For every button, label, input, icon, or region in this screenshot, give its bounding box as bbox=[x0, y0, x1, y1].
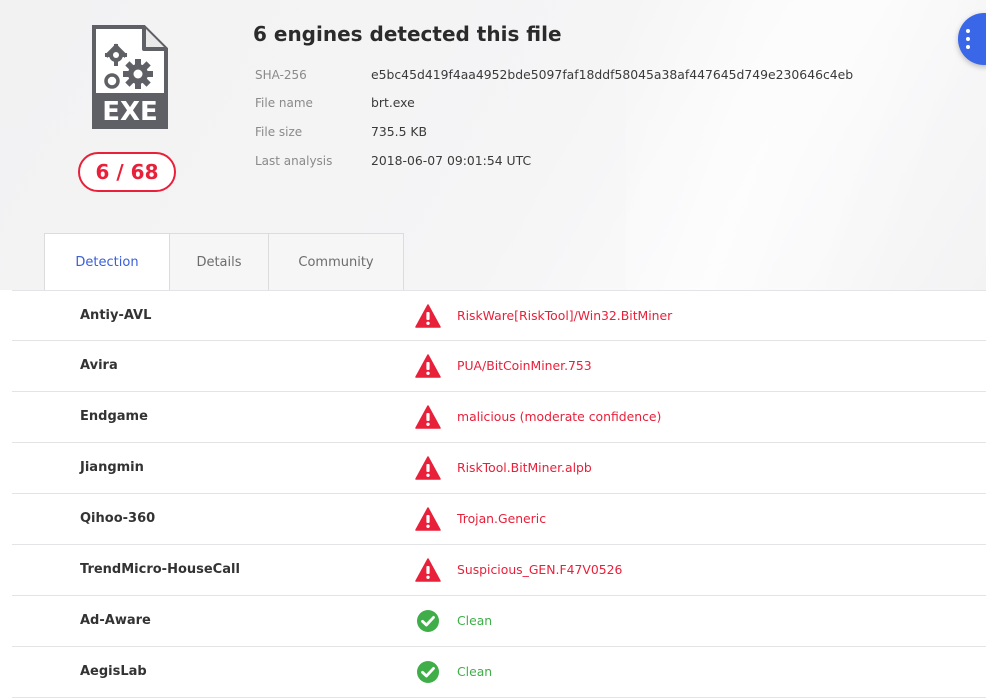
tab-details[interactable]: Details bbox=[170, 233, 269, 290]
verdict-text: PUA/BitCoinMiner.753 bbox=[457, 358, 592, 373]
warning-icon bbox=[415, 558, 441, 582]
verdict-text: Trojan.Generic bbox=[457, 511, 547, 526]
warning-icon bbox=[415, 507, 441, 531]
file-size-label: File size bbox=[255, 125, 303, 139]
kebab-dot-icon bbox=[966, 45, 970, 49]
engine-name: Jiangmin bbox=[80, 460, 144, 475]
detection-score-badge: 6 / 68 bbox=[78, 152, 176, 192]
warning-icon bbox=[415, 405, 441, 429]
report-tabs: Detection Details Community bbox=[44, 233, 404, 291]
warning-icon bbox=[415, 456, 441, 480]
file-name-label: File name bbox=[255, 96, 313, 110]
file-type-label: EXE bbox=[102, 97, 158, 127]
header-background-sheen bbox=[626, 0, 986, 290]
check-circle-icon bbox=[417, 610, 439, 632]
file-size-value: 735.5 KB bbox=[371, 124, 428, 139]
verdict-text: malicious (moderate confidence) bbox=[457, 409, 662, 424]
result-row: AegisLab Clean bbox=[12, 647, 986, 698]
engine-name: Endgame bbox=[80, 409, 148, 424]
verdict-text: Clean bbox=[457, 664, 493, 679]
engine-name: Ad-Aware bbox=[80, 613, 151, 628]
result-row: Endgame malicious (moderate confidence) bbox=[12, 392, 986, 443]
engine-name: TrendMicro-HouseCall bbox=[80, 562, 240, 577]
engine-name: AegisLab bbox=[80, 664, 147, 679]
verdict-text: Suspicious_GEN.F47V0526 bbox=[457, 562, 623, 577]
verdict-text: Clean bbox=[457, 613, 493, 628]
warning-icon bbox=[415, 354, 441, 378]
check-circle-icon bbox=[417, 661, 439, 683]
tab-detection[interactable]: Detection bbox=[44, 233, 170, 291]
result-row: Jiangmin RiskTool.BitMiner.alpb bbox=[12, 443, 986, 494]
engine-name: Qihoo-360 bbox=[80, 511, 156, 526]
result-row: Qihoo-360 Trojan.Generic bbox=[12, 494, 986, 545]
file-name-value: brt.exe bbox=[371, 95, 415, 110]
exe-file-icon: EXE bbox=[92, 25, 168, 129]
detection-results-list: Antiy-AVL RiskWare[RiskTool]/Win32.BitMi… bbox=[12, 290, 986, 698]
tab-community[interactable]: Community bbox=[269, 233, 404, 290]
engine-name: Avira bbox=[80, 358, 118, 373]
result-row: Ad-Aware Clean bbox=[12, 596, 986, 647]
page-title: 6 engines detected this file bbox=[253, 22, 562, 46]
last-analysis-label: Last analysis bbox=[255, 154, 333, 168]
result-row: Avira PUA/BitCoinMiner.753 bbox=[12, 341, 986, 392]
last-analysis-value: 2018-06-07 09:01:54 UTC bbox=[371, 153, 532, 168]
result-row: TrendMicro-HouseCall Suspicious_GEN.F47V… bbox=[12, 545, 986, 596]
engine-name: Antiy-AVL bbox=[80, 308, 152, 323]
result-row: Antiy-AVL RiskWare[RiskTool]/Win32.BitMi… bbox=[12, 290, 986, 341]
warning-icon bbox=[415, 304, 441, 328]
verdict-text: RiskTool.BitMiner.alpb bbox=[457, 460, 592, 475]
verdict-text: RiskWare[RiskTool]/Win32.BitMiner bbox=[457, 308, 673, 323]
sha256-value[interactable]: e5bc45d419f4aa4952bde5097faf18ddf58045a3… bbox=[371, 67, 853, 82]
kebab-dot-icon bbox=[966, 37, 970, 41]
sha256-label: SHA-256 bbox=[255, 68, 307, 82]
kebab-dot-icon bbox=[966, 29, 970, 33]
